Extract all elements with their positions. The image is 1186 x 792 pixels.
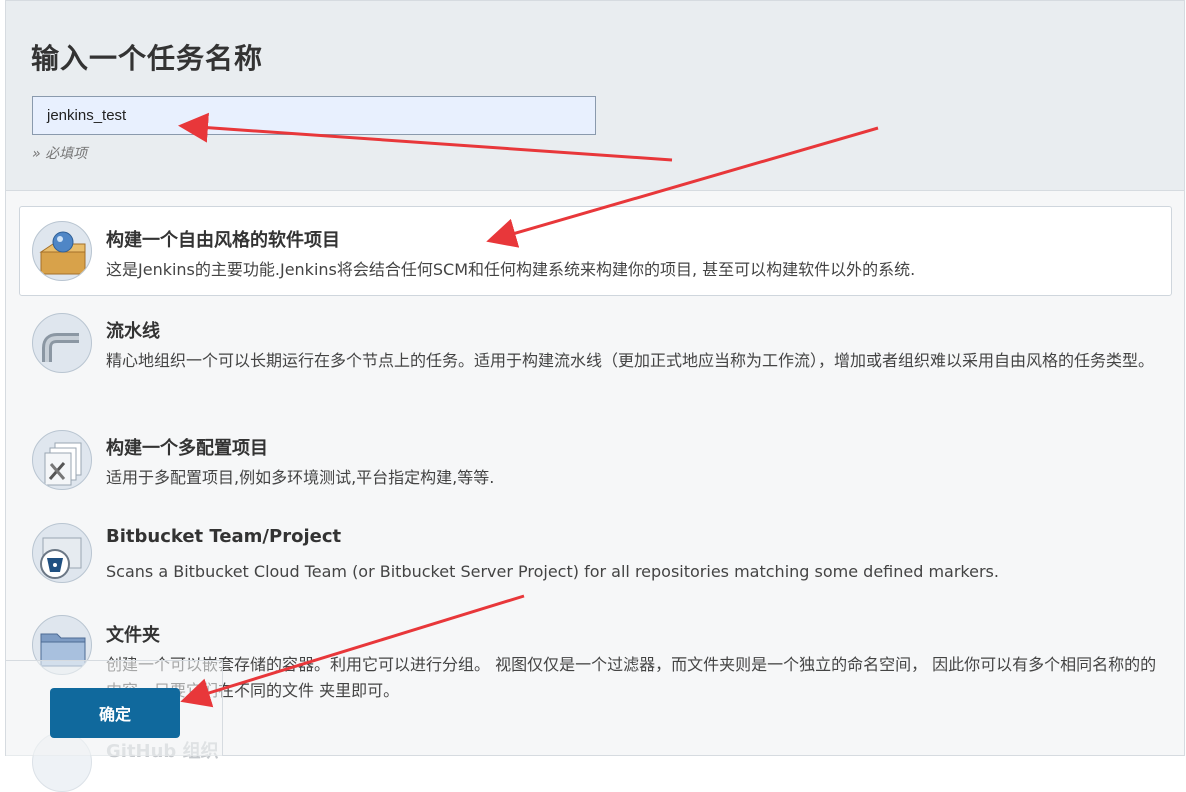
job-type-description: 适用于多配置项目,例如多环境测试,平台指定构建,等等. xyxy=(106,468,495,487)
job-type-pipeline[interactable]: 流水线 精心地组织一个可以长期运行在多个节点上的任务。适用于构建流水线（更加正式… xyxy=(19,304,1172,414)
job-name-section: 输入一个任务名称 jenkins_test » 必填项 xyxy=(6,1,1184,191)
bitbucket-icon xyxy=(32,523,92,583)
job-type-multi-config[interactable]: 构建一个多配置项目 适用于多配置项目,例如多环境测试,平台指定构建,等等. xyxy=(19,421,1172,501)
job-type-description: 创建一个可以嵌套存储的容器。利用它可以进行分组。 视图仅仅是一个过滤器，而文件夹… xyxy=(106,655,1157,700)
job-type-title: 流水线 xyxy=(106,321,160,342)
job-type-title: Bitbucket Team/Project xyxy=(106,526,342,547)
job-type-title: 文件夹 xyxy=(106,625,160,646)
job-type-description: 这是Jenkins的主要功能.Jenkins将会结合任何SCM和任何构建系统来构… xyxy=(106,260,916,279)
job-type-bitbucket[interactable]: Bitbucket Team/Project Scans a Bitbucket… xyxy=(19,513,1172,598)
job-type-description: 精心地组织一个可以长期运行在多个节点上的任务。适用于构建流水线（更加正式地应当称… xyxy=(106,351,1155,370)
required-hint: » 必填项 xyxy=(32,146,88,162)
job-name-input[interactable]: jenkins_test xyxy=(32,96,596,135)
new-item-page: 输入一个任务名称 jenkins_test » 必填项 构建一个自由风格的软件项… xyxy=(5,0,1185,792)
page-title: 输入一个任务名称 xyxy=(31,42,264,75)
job-type-description: Scans a Bitbucket Cloud Team (or Bitbuck… xyxy=(106,562,999,581)
multi-config-icon xyxy=(32,430,92,490)
freestyle-box-icon xyxy=(32,221,92,281)
ok-button[interactable]: 确定 xyxy=(50,688,180,738)
job-type-title: 构建一个自由风格的软件项目 xyxy=(106,230,340,251)
pipeline-icon xyxy=(32,313,92,373)
job-type-freestyle[interactable]: 构建一个自由风格的软件项目 这是Jenkins的主要功能.Jenkins将会结合… xyxy=(19,206,1172,296)
job-type-title: 构建一个多配置项目 xyxy=(106,438,268,459)
